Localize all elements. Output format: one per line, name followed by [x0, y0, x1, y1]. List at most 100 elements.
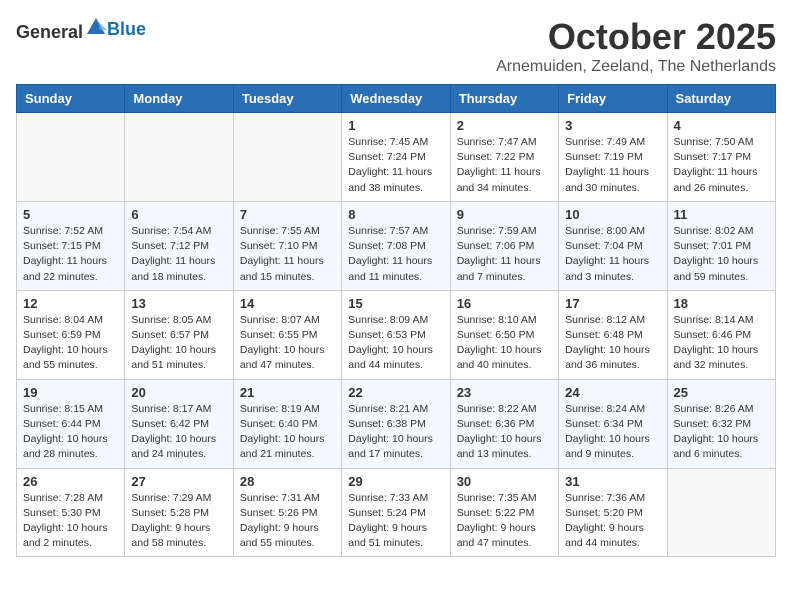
day-info: Sunrise: 8:19 AM Sunset: 6:40 PM Dayligh…: [240, 402, 335, 463]
day-info: Sunrise: 8:17 AM Sunset: 6:42 PM Dayligh…: [131, 402, 226, 463]
day-number: 15: [348, 296, 443, 311]
calendar-cell: 3 Sunrise: 7:49 AM Sunset: 7:19 PM Daylig…: [559, 113, 667, 202]
day-info: Sunrise: 8:05 AM Sunset: 6:57 PM Dayligh…: [131, 313, 226, 374]
calendar-week-row: 5 Sunrise: 7:52 AM Sunset: 7:15 PM Daylig…: [17, 201, 776, 290]
calendar-cell: 14 Sunrise: 8:07 AM Sunset: 6:55 PM Dayli…: [233, 290, 341, 379]
day-info: Sunrise: 7:52 AM Sunset: 7:15 PM Dayligh…: [23, 224, 118, 285]
calendar-cell: 31Sunrise: 7:36 AM Sunset: 5:20 PM Dayli…: [559, 468, 667, 557]
calendar-cell: 4 Sunrise: 7:50 AM Sunset: 7:17 PM Daylig…: [667, 113, 775, 202]
day-number: 30: [457, 474, 552, 489]
calendar-cell: [667, 468, 775, 557]
day-number: 16: [457, 296, 552, 311]
day-number: 21: [240, 385, 335, 400]
day-info: Sunrise: 8:14 AM Sunset: 6:46 PM Dayligh…: [674, 313, 769, 374]
day-number: 27: [131, 474, 226, 489]
day-info: Sunrise: 7:45 AM Sunset: 7:24 PM Dayligh…: [348, 135, 443, 196]
calendar-cell: 22 Sunrise: 8:21 AM Sunset: 6:38 PM Dayli…: [342, 379, 450, 468]
calendar-cell: 9Sunrise: 7:59 AM Sunset: 7:06 PM Daylig…: [450, 201, 558, 290]
day-info: Sunrise: 7:55 AM Sunset: 7:10 PM Dayligh…: [240, 224, 335, 285]
day-number: 3: [565, 118, 660, 133]
day-number: 29: [348, 474, 443, 489]
weekday-header: Sunday: [17, 85, 125, 113]
day-number: 20: [131, 385, 226, 400]
calendar-cell: 21 Sunrise: 8:19 AM Sunset: 6:40 PM Dayli…: [233, 379, 341, 468]
day-number: 1: [348, 118, 443, 133]
calendar-cell: 10 Sunrise: 8:00 AM Sunset: 7:04 PM Dayli…: [559, 201, 667, 290]
day-number: 25: [674, 385, 769, 400]
day-info: Sunrise: 8:07 AM Sunset: 6:55 PM Dayligh…: [240, 313, 335, 374]
calendar-cell: [233, 113, 341, 202]
day-number: 26: [23, 474, 118, 489]
day-info: Sunrise: 7:49 AM Sunset: 7:19 PM Dayligh…: [565, 135, 660, 196]
weekday-header: Saturday: [667, 85, 775, 113]
calendar-cell: 19Sunrise: 8:15 AM Sunset: 6:44 PM Dayli…: [17, 379, 125, 468]
calendar-cell: 15Sunrise: 8:09 AM Sunset: 6:53 PM Dayli…: [342, 290, 450, 379]
day-number: 10: [565, 207, 660, 222]
day-number: 23: [457, 385, 552, 400]
day-info: Sunrise: 8:12 AM Sunset: 6:48 PM Dayligh…: [565, 313, 660, 374]
calendar-cell: 8Sunrise: 7:57 AM Sunset: 7:08 PM Daylig…: [342, 201, 450, 290]
calendar-cell: 7 Sunrise: 7:55 AM Sunset: 7:10 PM Daylig…: [233, 201, 341, 290]
day-info: Sunrise: 8:00 AM Sunset: 7:04 PM Dayligh…: [565, 224, 660, 285]
day-info: Sunrise: 8:24 AM Sunset: 6:34 PM Dayligh…: [565, 402, 660, 463]
calendar-cell: 20 Sunrise: 8:17 AM Sunset: 6:42 PM Dayli…: [125, 379, 233, 468]
calendar-cell: 13 Sunrise: 8:05 AM Sunset: 6:57 PM Dayli…: [125, 290, 233, 379]
calendar-cell: 23 Sunrise: 8:22 AM Sunset: 6:36 PM Dayli…: [450, 379, 558, 468]
day-number: 5: [23, 207, 118, 222]
weekday-header: Tuesday: [233, 85, 341, 113]
day-info: Sunrise: 8:04 AM Sunset: 6:59 PM Dayligh…: [23, 313, 118, 374]
day-info: Sunrise: 7:33 AM Sunset: 5:24 PM Dayligh…: [348, 491, 443, 552]
day-info: Sunrise: 7:47 AM Sunset: 7:22 PM Dayligh…: [457, 135, 552, 196]
calendar-cell: 28Sunrise: 7:31 AM Sunset: 5:26 PM Dayli…: [233, 468, 341, 557]
day-number: 2: [457, 118, 552, 133]
calendar-cell: 6Sunrise: 7:54 AM Sunset: 7:12 PM Daylig…: [125, 201, 233, 290]
calendar-cell: 5 Sunrise: 7:52 AM Sunset: 7:15 PM Daylig…: [17, 201, 125, 290]
calendar-cell: 11 Sunrise: 8:02 AM Sunset: 7:01 PM Dayli…: [667, 201, 775, 290]
calendar-cell: 16 Sunrise: 8:10 AM Sunset: 6:50 PM Dayli…: [450, 290, 558, 379]
day-info: Sunrise: 7:50 AM Sunset: 7:17 PM Dayligh…: [674, 135, 769, 196]
calendar-week-row: 12 Sunrise: 8:04 AM Sunset: 6:59 PM Dayli…: [17, 290, 776, 379]
day-info: Sunrise: 7:57 AM Sunset: 7:08 PM Dayligh…: [348, 224, 443, 285]
day-info: Sunrise: 8:26 AM Sunset: 6:32 PM Dayligh…: [674, 402, 769, 463]
day-number: 13: [131, 296, 226, 311]
calendar-week-row: 26 Sunrise: 7:28 AM Sunset: 5:30 PM Dayli…: [17, 468, 776, 557]
logo-blue: Blue: [107, 19, 146, 39]
calendar-cell: 12 Sunrise: 8:04 AM Sunset: 6:59 PM Dayli…: [17, 290, 125, 379]
day-info: Sunrise: 7:28 AM Sunset: 5:30 PM Dayligh…: [23, 491, 118, 552]
day-number: 18: [674, 296, 769, 311]
day-info: Sunrise: 8:21 AM Sunset: 6:38 PM Dayligh…: [348, 402, 443, 463]
day-number: 12: [23, 296, 118, 311]
day-number: 14: [240, 296, 335, 311]
day-info: Sunrise: 8:22 AM Sunset: 6:36 PM Dayligh…: [457, 402, 552, 463]
day-number: 7: [240, 207, 335, 222]
day-number: 6: [131, 207, 226, 222]
weekday-header: Friday: [559, 85, 667, 113]
calendar-cell: 24 Sunrise: 8:24 AM Sunset: 6:34 PM Dayli…: [559, 379, 667, 468]
day-number: 4: [674, 118, 769, 133]
logo: General Blue: [16, 16, 146, 43]
day-info: Sunrise: 7:59 AM Sunset: 7:06 PM Dayligh…: [457, 224, 552, 285]
day-number: 22: [348, 385, 443, 400]
day-info: Sunrise: 8:10 AM Sunset: 6:50 PM Dayligh…: [457, 313, 552, 374]
day-info: Sunrise: 8:15 AM Sunset: 6:44 PM Dayligh…: [23, 402, 118, 463]
calendar-cell: 17 Sunrise: 8:12 AM Sunset: 6:48 PM Dayli…: [559, 290, 667, 379]
day-number: 31: [565, 474, 660, 489]
logo-icon: [85, 16, 107, 38]
calendar-cell: [17, 113, 125, 202]
day-number: 28: [240, 474, 335, 489]
day-number: 11: [674, 207, 769, 222]
logo-general: General: [16, 22, 83, 42]
calendar-table: SundayMondayTuesdayWednesdayThursdayFrid…: [16, 84, 776, 557]
day-number: 24: [565, 385, 660, 400]
day-info: Sunrise: 8:02 AM Sunset: 7:01 PM Dayligh…: [674, 224, 769, 285]
calendar-cell: 27 Sunrise: 7:29 AM Sunset: 5:28 PM Dayli…: [125, 468, 233, 557]
day-number: 17: [565, 296, 660, 311]
calendar-cell: 2 Sunrise: 7:47 AM Sunset: 7:22 PM Daylig…: [450, 113, 558, 202]
page-header: General Blue October 2025 Arnemuiden, Ze…: [16, 16, 776, 76]
calendar-cell: 30Sunrise: 7:35 AM Sunset: 5:22 PM Dayli…: [450, 468, 558, 557]
calendar-week-row: 19Sunrise: 8:15 AM Sunset: 6:44 PM Dayli…: [17, 379, 776, 468]
calendar-cell: 18 Sunrise: 8:14 AM Sunset: 6:46 PM Dayli…: [667, 290, 775, 379]
day-info: Sunrise: 7:29 AM Sunset: 5:28 PM Dayligh…: [131, 491, 226, 552]
weekday-header: Monday: [125, 85, 233, 113]
title-area: October 2025 Arnemuiden, Zeeland, The Ne…: [496, 16, 776, 76]
